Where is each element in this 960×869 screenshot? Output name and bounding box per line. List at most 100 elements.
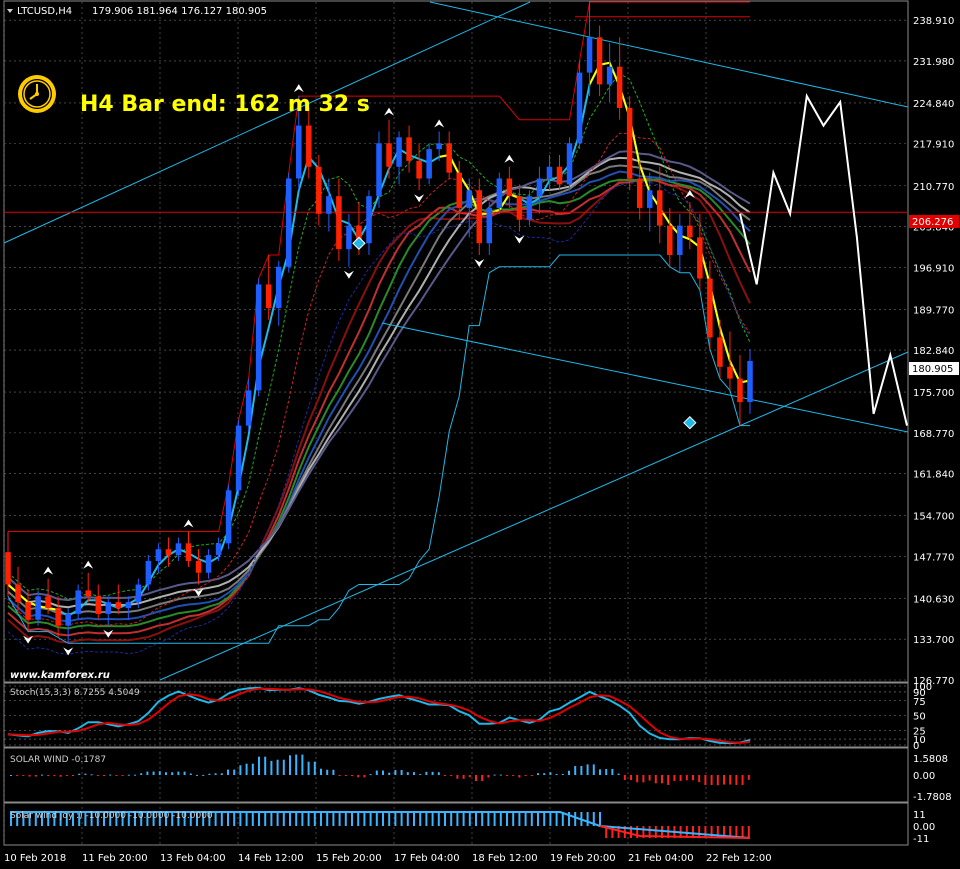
joy-bar	[301, 812, 304, 826]
joy-bar	[295, 812, 298, 826]
joy-bar	[487, 812, 490, 826]
solar-bar	[10, 775, 12, 776]
solar-bar	[431, 771, 434, 775]
solar-bar	[394, 770, 397, 775]
solar-bar	[115, 775, 118, 776]
solar-bar	[741, 775, 744, 785]
joy-bar	[518, 812, 521, 826]
solar-bar	[561, 773, 564, 775]
solar-bar	[462, 775, 465, 779]
candle-body	[697, 237, 703, 279]
solar-bar	[53, 775, 56, 776]
candle-body	[446, 143, 452, 173]
joy-bar	[530, 812, 533, 826]
price-tick-label: 217.910	[913, 140, 954, 151]
solar-bar	[611, 768, 614, 775]
candle-body	[235, 425, 242, 491]
solar-bar	[165, 772, 167, 775]
solar-bar	[685, 775, 688, 781]
solar-bar	[245, 763, 248, 775]
joy-bar	[574, 812, 577, 826]
candle-body	[336, 196, 342, 250]
candle-body	[727, 366, 733, 379]
solar-bar	[276, 759, 279, 775]
joy-bar	[394, 812, 397, 826]
solar-bar	[413, 772, 415, 775]
candle-body	[115, 602, 122, 609]
joy-bar	[239, 812, 242, 826]
joy-bar	[332, 812, 335, 826]
solar-bar	[28, 775, 31, 777]
solar-bar	[338, 775, 341, 776]
candle-body	[205, 555, 212, 573]
solar-tick-label: 1.5808	[913, 754, 948, 765]
solar-bar	[65, 775, 68, 776]
joy-bar	[555, 812, 558, 826]
time-tick-label: 11 Feb 20:00	[82, 853, 148, 864]
joy-bar	[344, 812, 347, 826]
solar-bar	[642, 775, 645, 783]
solar-bar	[630, 775, 632, 780]
candle-body	[586, 37, 593, 73]
candle-body	[466, 190, 473, 208]
solar-bar	[301, 754, 304, 775]
price-tick-label: 210.770	[913, 182, 954, 193]
joy-bar	[524, 812, 527, 826]
bar-timer: H4 Bar end: 162 m 32 s	[80, 92, 370, 117]
candle-body	[105, 602, 112, 614]
candle-body	[275, 266, 282, 308]
price-tick-label: 126.770	[913, 676, 954, 687]
candle-body	[576, 72, 583, 144]
candle-body	[646, 190, 653, 208]
candle-body	[747, 360, 753, 403]
solar-bar	[648, 775, 651, 781]
joy-bar	[599, 812, 601, 826]
solar-bar	[487, 775, 490, 778]
solar-label: SOLAR WIND -0.1787	[10, 755, 106, 765]
time-tick-label: 14 Feb 12:00	[238, 853, 304, 864]
solar-bar	[493, 774, 496, 776]
solar-bar	[586, 764, 589, 775]
stoch-tick-label: 0	[913, 741, 919, 752]
solar-bar	[239, 765, 242, 775]
solar-bar	[524, 775, 527, 776]
joy-bar	[400, 812, 403, 826]
joy-bar	[493, 812, 496, 826]
joy-bar	[475, 812, 477, 826]
candle-body	[496, 178, 503, 208]
joy-bar	[270, 812, 273, 826]
candle-body	[316, 166, 322, 214]
candle-body	[326, 196, 332, 214]
solar-bar	[530, 775, 533, 776]
solar-bar	[196, 774, 198, 776]
solar-tick-label: 0.00	[913, 771, 935, 782]
joy-bar	[245, 812, 248, 826]
solar-bar	[747, 775, 750, 780]
candle-body	[366, 196, 372, 244]
joy-bar	[586, 812, 589, 826]
joy-bar	[425, 812, 428, 826]
price-tick-label: 189.770	[913, 305, 954, 316]
solar-bar	[344, 775, 347, 776]
joy-bar	[462, 812, 465, 826]
ohlc-values: 179.906 181.964 176.127 180.905	[92, 6, 267, 17]
candle-body	[215, 543, 222, 556]
solar-bar	[450, 775, 453, 776]
joy-bar	[537, 812, 539, 826]
candle-body	[486, 207, 493, 244]
candle-body	[436, 143, 442, 150]
solar-bar	[121, 775, 124, 776]
solar-bar	[574, 766, 577, 775]
solar-bar	[543, 773, 546, 775]
candle-body	[656, 190, 663, 226]
solar-bar	[425, 771, 428, 775]
trading-chart: 10090755025100 1.58080.00-1.7808 110.00-…	[0, 0, 960, 869]
clock-icon	[18, 75, 56, 113]
price-tick-label: 175.700	[913, 388, 954, 399]
candle-body	[265, 284, 272, 308]
solar-bar	[78, 773, 81, 775]
candle-body	[5, 552, 11, 585]
price-tick-label: 182.840	[913, 346, 954, 357]
price-tick-label: 168.770	[913, 429, 954, 440]
joy-bar	[543, 812, 546, 826]
